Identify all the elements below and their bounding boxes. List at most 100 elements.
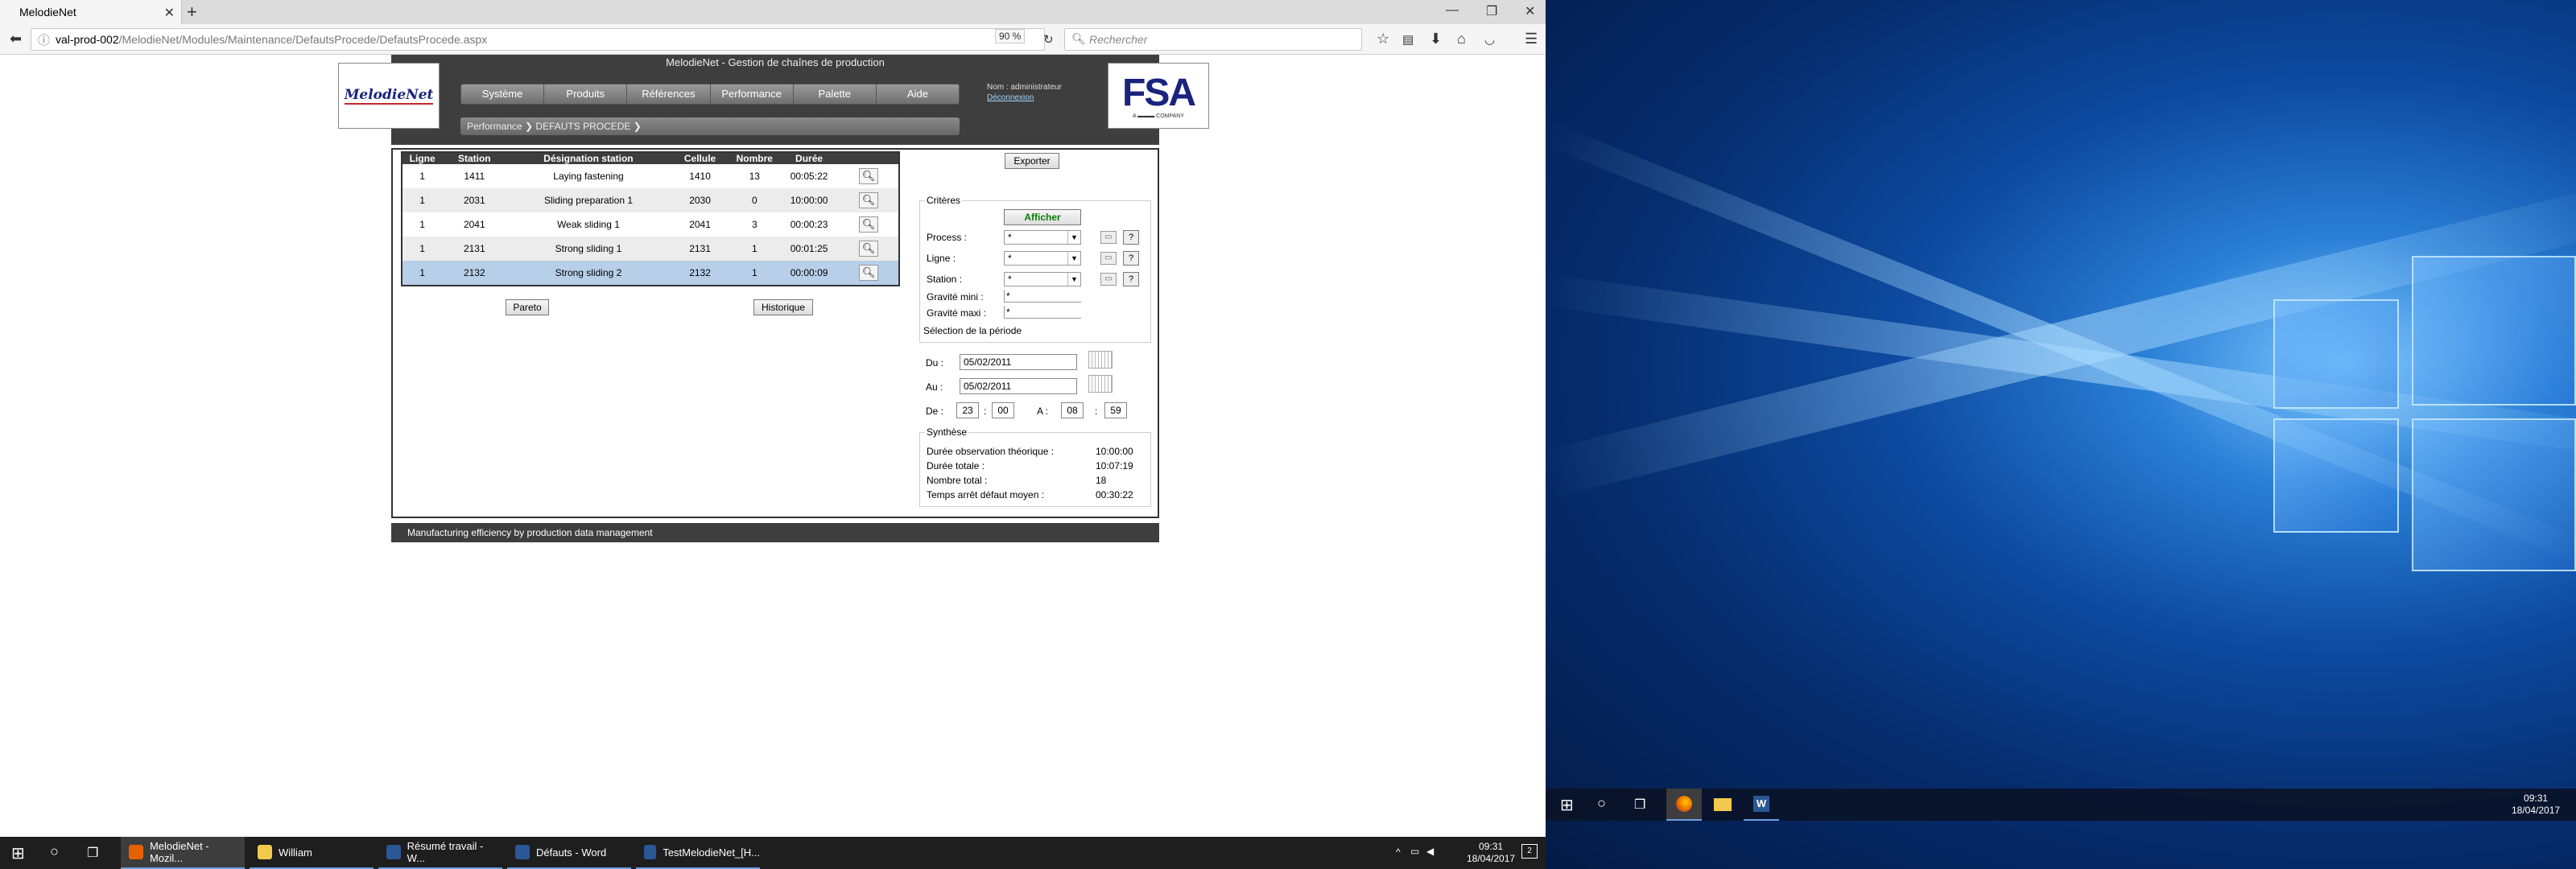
- cortana-icon[interactable]: ○: [50, 843, 59, 860]
- process-help-button[interactable]: ?: [1123, 230, 1139, 245]
- de-label: De :: [926, 406, 944, 417]
- info-icon[interactable]: ⓘ: [38, 31, 50, 48]
- defects-grid: Ligne Station Désignation station Cellule No…: [401, 151, 900, 286]
- magnifier-icon[interactable]: 🔍︎: [859, 241, 878, 257]
- menu-item[interactable]: Palette: [794, 84, 877, 104]
- system-tray: ^ ▭ ◀ 09:31 18/04/2017 2: [1393, 837, 1546, 869]
- task-view-icon[interactable]: ❐: [87, 845, 98, 861]
- firefox-taskbar-icon[interactable]: [1666, 789, 1702, 821]
- de-hour-input[interactable]: 23: [956, 402, 979, 418]
- grid-header-cell[interactable]: Durée: [779, 153, 840, 164]
- download-icon[interactable]: ⬇: [1430, 31, 1442, 47]
- gravite-maxi-input[interactable]: *: [1004, 306, 1081, 319]
- menu-item[interactable]: Performance: [711, 84, 794, 104]
- chevron-up-icon[interactable]: ^: [1396, 846, 1401, 858]
- magnifier-icon[interactable]: 🔍︎: [859, 192, 878, 208]
- taskbar-app[interactable]: Résumé travail - W...: [378, 837, 502, 869]
- reload-icon[interactable]: ↻: [1043, 32, 1054, 47]
- new-tab-icon[interactable]: +: [187, 2, 197, 23]
- cell-ligne: 1: [402, 164, 443, 188]
- volume-icon[interactable]: ◀: [1426, 846, 1434, 857]
- magnifier-icon[interactable]: 🔍︎: [859, 265, 878, 281]
- menu-item[interactable]: Produits: [544, 84, 628, 104]
- criteria-panel: Exporter Critères Afficher Process : * ▼ …: [919, 150, 1154, 517]
- clock[interactable]: 09:31 18/04/2017: [2512, 793, 2560, 817]
- menu-item[interactable]: Système: [461, 84, 545, 104]
- taskbar-app[interactable]: TestMelodieNet_[H...: [636, 837, 760, 869]
- window-close-icon[interactable]: ✕: [1525, 3, 1535, 19]
- breadcrumb[interactable]: Performance ❯ DEFAUTS PROCEDE ❯: [460, 117, 960, 135]
- taskbar-app[interactable]: William: [250, 837, 374, 869]
- a-minute-input[interactable]: 59: [1104, 402, 1127, 418]
- cell-duree: 10:00:00: [779, 188, 840, 212]
- cell-detail: 🔍︎: [839, 164, 898, 188]
- grid-header-cell[interactable]: Désignation station: [506, 153, 671, 164]
- cell-nombre: 3: [729, 212, 780, 237]
- tab-close-icon[interactable]: ✕: [164, 5, 175, 21]
- taskbar-app[interactable]: MelodieNet - Mozil...: [121, 837, 245, 869]
- eraser-icon[interactable]: ▭: [1100, 273, 1117, 286]
- a-hour-input[interactable]: 08: [1061, 402, 1084, 418]
- eraser-icon[interactable]: ▭: [1100, 231, 1117, 244]
- file-explorer-icon[interactable]: [1705, 789, 1740, 821]
- eraser-icon[interactable]: ▭: [1100, 252, 1117, 265]
- menu-item[interactable]: Aide: [877, 84, 959, 104]
- gravite-mini-label: Gravité mini :: [927, 291, 984, 303]
- pareto-button[interactable]: Pareto: [506, 299, 549, 315]
- grid-header-cell[interactable]: Station: [442, 153, 507, 164]
- station-help-button[interactable]: ?: [1123, 272, 1139, 286]
- cell-nombre: 13: [729, 164, 780, 188]
- app-footer: Manufacturing efficiency by production d…: [391, 523, 1159, 542]
- table-row[interactable]: 1 2031 Sliding preparation 1 2030 0 10:00:00 🔍…: [402, 188, 898, 212]
- pocket-icon[interactable]: ◡: [1484, 32, 1495, 47]
- windows-start-icon[interactable]: ⊞: [11, 843, 25, 863]
- menu-item[interactable]: Références: [627, 84, 711, 104]
- cell-designation: Laying fastening: [506, 164, 671, 188]
- export-button[interactable]: Exporter: [1005, 153, 1059, 169]
- de-minute-input[interactable]: 00: [992, 402, 1014, 418]
- station-select[interactable]: * ▼: [1004, 272, 1081, 286]
- grid-header-cell[interactable]: Nombre: [729, 153, 780, 164]
- magnifier-icon[interactable]: 🔍︎: [859, 168, 878, 184]
- afficher-button[interactable]: Afficher: [1004, 209, 1081, 225]
- bookmark-star-icon[interactable]: ☆: [1377, 31, 1389, 47]
- historique-button[interactable]: Historique: [753, 299, 813, 315]
- search-input[interactable]: 🔍︎ Rechercher: [1064, 28, 1362, 51]
- clipboard-icon[interactable]: ▤: [1402, 32, 1414, 47]
- grid-header-cell[interactable]: Ligne: [402, 153, 443, 164]
- table-row[interactable]: 1 2041 Weak sliding 1 2041 3 00:00:23 🔍︎: [402, 212, 898, 237]
- table-row[interactable]: 1 2132 Strong sliding 2 2132 1 00:00:09 🔍︎: [402, 261, 898, 285]
- ligne-select[interactable]: * ▼: [1004, 251, 1081, 266]
- home-icon[interactable]: ⌂: [1457, 31, 1466, 47]
- browser-tab[interactable]: MelodieNet ✕: [0, 0, 182, 24]
- process-select[interactable]: * ▼: [1004, 230, 1081, 245]
- clock[interactable]: 09:31 18/04/2017: [1467, 841, 1515, 865]
- calendar-icon[interactable]: [1088, 351, 1113, 369]
- menu-icon[interactable]: ☰: [1525, 31, 1538, 47]
- table-row[interactable]: 1 2131 Strong sliding 1 2131 1 00:01:25 🔍︎: [402, 237, 898, 261]
- cortana-icon[interactable]: ○: [1597, 795, 1606, 812]
- grid-header-cell[interactable]: Cellule: [670, 153, 730, 164]
- url-bar[interactable]: ⓘ val-prod-002/MelodieNet/Modules/Mainte…: [31, 28, 1045, 51]
- logout-link[interactable]: Déconnexion: [987, 93, 1062, 103]
- notification-icon[interactable]: 2: [1521, 844, 1538, 859]
- word-taskbar-icon[interactable]: W: [1744, 789, 1779, 821]
- calendar-icon[interactable]: [1088, 375, 1113, 393]
- network-icon[interactable]: ▭: [1410, 846, 1419, 857]
- gravite-mini-input[interactable]: *: [1004, 290, 1081, 303]
- magnifier-icon[interactable]: 🔍︎: [859, 216, 878, 233]
- ligne-help-button[interactable]: ?: [1123, 251, 1139, 266]
- au-date-input[interactable]: 05/02/2011: [960, 378, 1077, 394]
- restore-icon[interactable]: ❐: [1486, 3, 1497, 19]
- chevron-down-icon: ▼: [1067, 231, 1080, 244]
- synthese-row: Durée totale : 10:07:19: [927, 460, 1144, 474]
- windows-start-icon[interactable]: ⊞: [1560, 795, 1574, 815]
- minimize-icon[interactable]: —: [1446, 3, 1459, 18]
- zoom-level[interactable]: 90 %: [995, 29, 1026, 43]
- back-icon[interactable]: ⬅: [10, 31, 22, 47]
- taskbar-app-label: MelodieNet - Mozil...: [149, 840, 209, 864]
- task-view-icon[interactable]: ❐: [1634, 797, 1645, 813]
- du-date-input[interactable]: 05/02/2011: [960, 354, 1077, 370]
- table-row[interactable]: 1 1411 Laying fastening 1410 13 00:05:22 🔍︎: [402, 164, 898, 188]
- taskbar-app[interactable]: Défauts - Word: [507, 837, 631, 869]
